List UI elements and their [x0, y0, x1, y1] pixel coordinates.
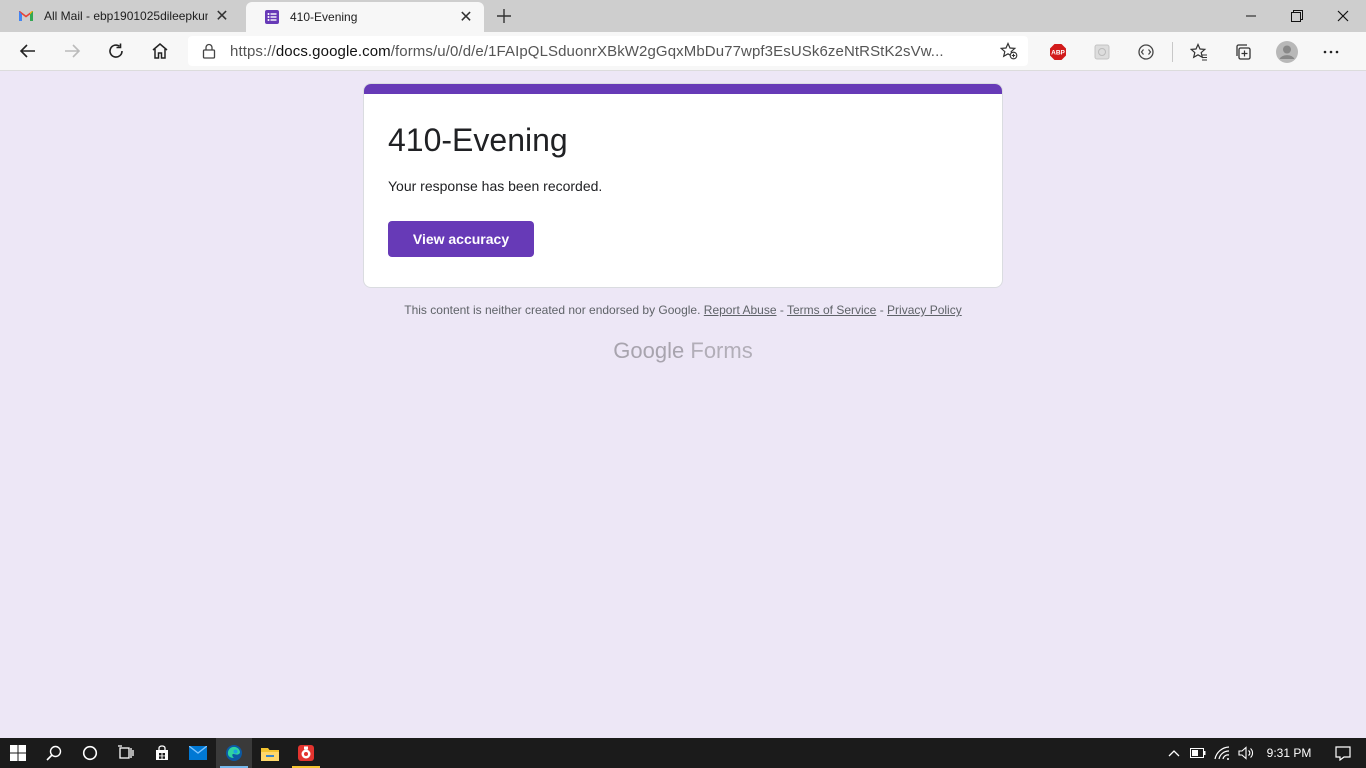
collections-button[interactable] — [1221, 34, 1265, 70]
extension-icon[interactable] — [1080, 34, 1124, 70]
form-title: 410-Evening — [388, 122, 568, 158]
app-icon — [298, 745, 314, 761]
view-accuracy-button[interactable]: View accuracy — [388, 221, 534, 257]
volume-icon[interactable] — [1234, 738, 1258, 768]
tab-title: 410-Evening — [290, 10, 358, 24]
disclaimer-text: This content is neither created nor endo… — [404, 303, 701, 317]
tab-all-mail[interactable]: All Mail - ebp1901025dileepkum ✕ — [0, 0, 240, 32]
refresh-icon — [109, 43, 123, 58]
address-bar[interactable]: https://docs.google.com/forms/u/0/d/e/1F… — [188, 36, 1028, 66]
tab-410-evening[interactable]: 410-Evening ✕ — [246, 2, 484, 32]
logo-google-text: Google — [613, 338, 685, 363]
confirmation-message: Your response has been recorded. — [388, 178, 603, 194]
settings-more-button[interactable] — [1309, 34, 1353, 70]
form-accent-bar — [364, 84, 1002, 94]
url-host: docs.google.com — [275, 42, 391, 60]
tab-title: All Mail - ebp1901025dileepkum — [44, 9, 208, 23]
refresh-button[interactable] — [94, 33, 138, 69]
terms-of-service-link[interactable]: Terms of Service — [787, 303, 876, 317]
taskbar-clock[interactable]: 9:31 PM — [1258, 746, 1320, 760]
taskbar-store[interactable] — [144, 738, 180, 768]
google-forms-logo[interactable]: Google Forms — [363, 338, 1003, 364]
taskbar-mail[interactable] — [180, 738, 216, 768]
system-tray: 9:31 PM — [1162, 738, 1366, 768]
favorites-button[interactable] — [1177, 34, 1221, 70]
report-abuse-link[interactable]: Report Abuse — [704, 303, 777, 317]
taskbar-edge[interactable] — [216, 738, 252, 768]
task-view-icon — [118, 745, 134, 759]
windows-taskbar: 9:31 PM — [0, 738, 1366, 768]
lock-icon[interactable] — [202, 43, 216, 59]
edge-browser-icon — [226, 745, 242, 761]
taskbar-app[interactable] — [288, 738, 324, 768]
adblock-plus-icon[interactable]: ABP — [1036, 34, 1080, 70]
battery-icon[interactable] — [1186, 738, 1210, 768]
plus-icon — [497, 9, 511, 23]
forward-arrow-icon — [65, 44, 81, 58]
start-button[interactable] — [0, 738, 36, 768]
browser-toolbar: https://docs.google.com/forms/u/0/d/e/1F… — [0, 32, 1366, 71]
close-window-button[interactable] — [1320, 0, 1366, 32]
back-arrow-icon — [19, 44, 35, 58]
cortana-button[interactable] — [72, 738, 108, 768]
privacy-policy-link[interactable]: Privacy Policy — [887, 303, 962, 317]
restore-button[interactable] — [1274, 0, 1320, 32]
forward-button[interactable] — [50, 33, 94, 69]
form-footer: This content is neither created nor endo… — [363, 303, 1003, 317]
taskbar-file-explorer[interactable] — [252, 738, 288, 768]
search-button[interactable] — [36, 738, 72, 768]
footer-separator: - — [879, 303, 884, 317]
minimize-button[interactable] — [1228, 0, 1274, 32]
favorites-star-icon — [1190, 42, 1207, 61]
collections-icon — [1236, 43, 1251, 60]
read-aloud-icon[interactable] — [1124, 34, 1168, 70]
form-response-card: 410-Evening Your response has been recor… — [363, 83, 1003, 288]
add-favorite-icon[interactable] — [999, 42, 1018, 60]
svg-text:ABP: ABP — [1051, 49, 1065, 56]
toolbar-separator — [1172, 41, 1173, 62]
home-icon — [152, 43, 168, 59]
show-hidden-icons-button[interactable] — [1162, 738, 1186, 768]
search-icon — [46, 745, 62, 761]
url-path: /forms/u/0/d/e/1FAIpQLSduonrXBkW2gGqxMbD… — [390, 42, 944, 60]
new-tab-button[interactable] — [488, 0, 520, 32]
gmail-icon — [18, 8, 34, 24]
close-tab-icon[interactable]: ✕ — [214, 8, 230, 25]
folder-icon — [261, 747, 279, 761]
footer-separator: - — [779, 303, 784, 317]
chevron-up-icon — [1168, 750, 1180, 757]
notification-icon — [1335, 745, 1351, 761]
more-horizontal-icon — [1323, 50, 1339, 53]
logo-forms-text: Forms — [690, 338, 753, 363]
windows-logo-icon — [10, 745, 26, 761]
mail-icon — [189, 746, 207, 760]
wifi-icon[interactable] — [1210, 738, 1234, 768]
back-button[interactable] — [6, 33, 50, 69]
tab-strip: All Mail - ebp1901025dileepkum ✕ 410-Eve… — [0, 0, 1366, 32]
window-controls — [1228, 0, 1366, 32]
url-text: https://docs.google.com/forms/u/0/d/e/1F… — [230, 43, 990, 60]
close-tab-icon[interactable]: ✕ — [458, 9, 474, 26]
cortana-circle-icon — [82, 745, 98, 761]
profile-button[interactable] — [1265, 34, 1309, 70]
google-forms-icon — [264, 9, 280, 25]
url-scheme: https:// — [230, 42, 276, 60]
home-button[interactable] — [138, 33, 182, 69]
avatar — [1276, 40, 1298, 63]
store-bag-icon — [156, 745, 168, 760]
task-view-button[interactable] — [108, 738, 144, 768]
action-center-button[interactable] — [1320, 738, 1366, 768]
extensions-area: ABP — [1036, 32, 1353, 71]
